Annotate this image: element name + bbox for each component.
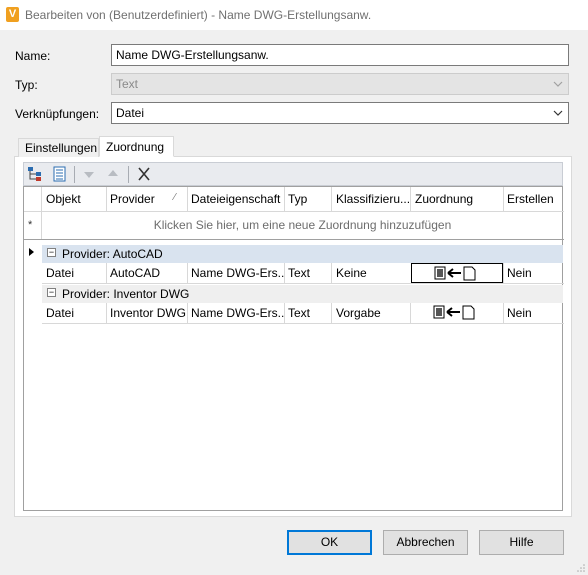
grid-divider: [106, 303, 107, 323]
move-up-icon: [108, 170, 118, 176]
toolbar-separator: [74, 166, 75, 183]
collapse-icon[interactable]: −: [47, 288, 56, 297]
group-header-autocad[interactable]: − Provider: AutoCAD: [42, 245, 563, 263]
column-header-provider[interactable]: Provider ⁄: [106, 187, 187, 211]
cell-erstellen[interactable]: Nein: [503, 303, 564, 323]
grid-divider: [503, 263, 504, 283]
cell-objekt[interactable]: Datei: [42, 303, 106, 323]
ok-button[interactable]: OK: [287, 530, 372, 555]
mapping-direction-icon: [434, 266, 476, 281]
links-select[interactable]: Datei: [111, 102, 569, 124]
name-label: Name:: [15, 49, 51, 63]
grid-divider: [331, 187, 332, 211]
mapping-direction-icon: [433, 305, 475, 320]
vault-app-icon: V: [6, 7, 19, 22]
new-row-marker: *: [28, 219, 33, 231]
grid-divider: [187, 303, 188, 323]
group-header-label: Provider: Inventor DWG: [62, 287, 190, 301]
cell-dateieigenschaft[interactable]: Name DWG-Ers...: [187, 303, 284, 323]
grid-divider: [187, 263, 188, 283]
column-header-objekt[interactable]: Objekt: [42, 187, 106, 211]
grid-divider: [106, 263, 107, 283]
sort-indicator-icon: ⁄: [174, 192, 176, 203]
cell-typ[interactable]: Text: [284, 303, 331, 323]
tab-zuordnung[interactable]: Zuordnung: [99, 136, 174, 157]
tab-einstellungen[interactable]: Einstellungen: [18, 138, 99, 157]
grid-divider: [187, 187, 188, 211]
mapping-toolbar: [23, 162, 563, 186]
grid-divider: [24, 239, 564, 240]
resize-grip-icon[interactable]: [576, 563, 586, 573]
window-title: Bearbeiten von (Benutzerdefiniert) - Nam…: [25, 8, 372, 22]
cell-erstellen[interactable]: Nein: [503, 263, 564, 283]
cell-zuordnung[interactable]: [411, 303, 503, 323]
delete-x-icon[interactable]: [135, 166, 153, 182]
cell-provider[interactable]: Inventor DWG: [106, 303, 187, 323]
row-indicator-arrow-icon: [29, 248, 34, 256]
grid-divider: [284, 263, 285, 283]
group-hierarchy-icon[interactable]: [27, 166, 45, 182]
grid-divider: [42, 323, 564, 324]
cell-klassifizierung[interactable]: Keine: [332, 263, 411, 283]
grid-divider: [331, 303, 332, 323]
column-header-erstellen[interactable]: Erstellen: [503, 187, 564, 211]
group-header-inventor-dwg[interactable]: − Provider: Inventor DWG: [42, 285, 563, 303]
column-header-provider-label: Provider: [110, 192, 155, 206]
cell-dateieigenschaft[interactable]: Name DWG-Ers...: [187, 263, 284, 283]
group-header-label: Provider: AutoCAD: [62, 247, 163, 261]
grid-divider: [106, 187, 107, 211]
cancel-button[interactable]: Abbrechen: [383, 530, 468, 555]
toolbar-separator: [128, 166, 129, 183]
cell-typ[interactable]: Text: [284, 263, 331, 283]
column-header-dateieigenschaft[interactable]: Dateieigenschaft: [187, 187, 284, 211]
name-input[interactable]: Name DWG-Erstellungsanw.: [111, 44, 569, 66]
collapse-icon[interactable]: −: [47, 248, 56, 257]
chevron-down-icon: [553, 110, 563, 116]
column-header-klassifizierung[interactable]: Klassifizieru...: [332, 187, 411, 211]
type-select-value: Text: [116, 77, 139, 91]
type-select: Text: [111, 73, 569, 95]
column-header-typ[interactable]: Typ: [284, 187, 331, 211]
cell-provider[interactable]: AutoCAD: [106, 263, 187, 283]
new-row-hint[interactable]: Klicken Sie hier, um eine neue Zuordnung…: [42, 211, 563, 239]
cell-klassifizierung[interactable]: Vorgabe: [332, 303, 411, 323]
links-label: Verknüpfungen:: [15, 107, 100, 121]
mapping-grid: Objekt Provider ⁄ Dateieigenschaft Typ K…: [23, 186, 564, 511]
column-header-zuordnung[interactable]: Zuordnung: [411, 187, 503, 211]
grid-divider: [284, 303, 285, 323]
cell-zuordnung[interactable]: [411, 263, 503, 283]
grid-divider: [410, 303, 411, 323]
type-label: Typ:: [15, 78, 38, 92]
grid-divider: [331, 263, 332, 283]
grid-divider: [503, 303, 504, 323]
title-bar: V Bearbeiten von (Benutzerdefiniert) - N…: [0, 0, 588, 30]
cell-objekt[interactable]: Datei: [42, 263, 106, 283]
move-down-icon: [84, 172, 94, 178]
help-button[interactable]: Hilfe: [479, 530, 564, 555]
list-view-icon[interactable]: [51, 166, 69, 182]
links-select-value: Datei: [116, 106, 145, 120]
grid-divider: [503, 187, 504, 211]
chevron-down-icon: [553, 81, 563, 87]
grid-divider: [410, 187, 411, 211]
grid-divider: [42, 283, 564, 284]
grid-divider: [284, 187, 285, 211]
